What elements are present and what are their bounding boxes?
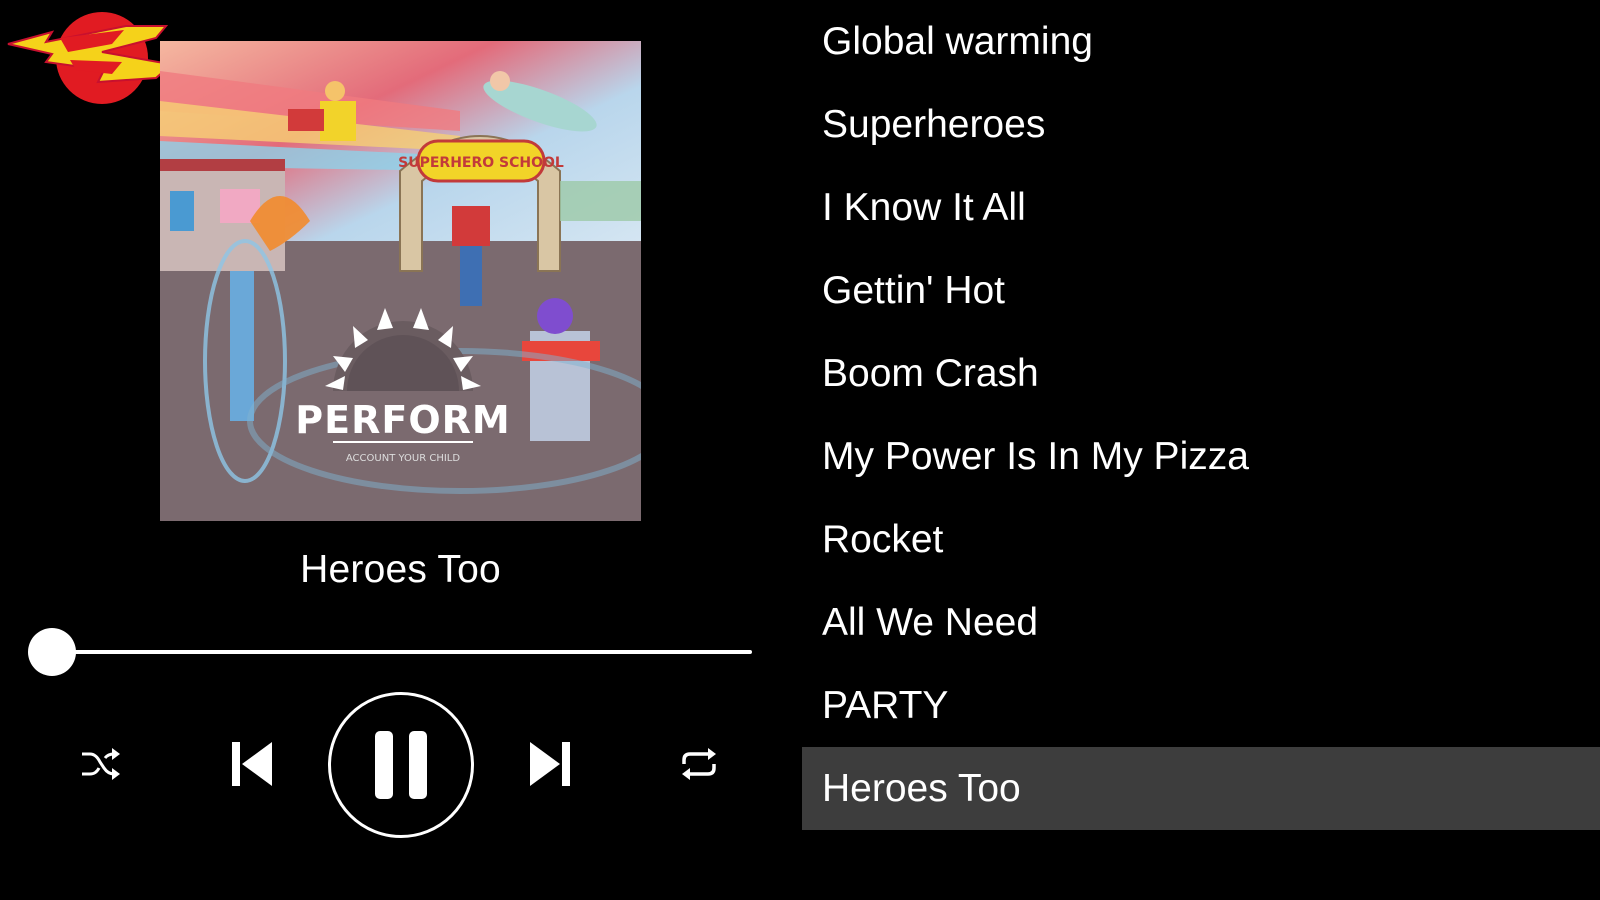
skip-previous-icon: [232, 742, 272, 786]
track-item[interactable]: PARTY: [802, 664, 1600, 747]
album-artwork: SUPERHERO SCHOOL PERFORM ACCOUNT YOUR CH…: [160, 41, 641, 521]
playback-controls: [0, 690, 760, 850]
shuffle-icon: [82, 748, 120, 780]
brand-logo[interactable]: [6, 4, 175, 108]
pause-bar-left: [375, 731, 393, 799]
track-item[interactable]: Gettin' Hot: [802, 249, 1600, 332]
shuffle-button[interactable]: [76, 740, 124, 788]
track-list: Global warming Superheroes I Know It All…: [802, 0, 1600, 830]
track-item[interactable]: Rocket: [802, 498, 1600, 581]
track-item[interactable]: My Power Is In My Pizza: [802, 415, 1600, 498]
track-item[interactable]: Global warming: [802, 0, 1600, 83]
play-pause-button[interactable]: [326, 690, 476, 840]
pause-icon: [328, 692, 474, 838]
album-brand-text: PERFORM: [295, 398, 510, 442]
music-player-app: SUPERHERO SCHOOL PERFORM ACCOUNT YOUR CH…: [0, 0, 1600, 900]
track-item[interactable]: Superheroes: [802, 83, 1600, 166]
next-button[interactable]: [524, 738, 576, 790]
previous-button[interactable]: [226, 738, 278, 790]
now-playing-title: Heroes Too: [300, 548, 501, 591]
skip-next-icon: [530, 742, 570, 786]
repeat-button[interactable]: [674, 740, 724, 788]
progress-thumb[interactable]: [28, 628, 76, 676]
album-sign-text: SUPERHERO SCHOOL: [398, 155, 564, 171]
album-tagline-text: ACCOUNT YOUR CHILD: [346, 453, 460, 464]
track-item[interactable]: All We Need: [802, 581, 1600, 664]
progress-slider[interactable]: [28, 628, 752, 676]
repeat-icon: [682, 748, 716, 780]
track-item[interactable]: I Know It All: [802, 166, 1600, 249]
pause-bar-right: [409, 731, 427, 799]
track-item-active[interactable]: Heroes Too: [802, 747, 1600, 830]
progress-track[interactable]: [52, 650, 752, 654]
track-item[interactable]: Boom Crash: [802, 332, 1600, 415]
